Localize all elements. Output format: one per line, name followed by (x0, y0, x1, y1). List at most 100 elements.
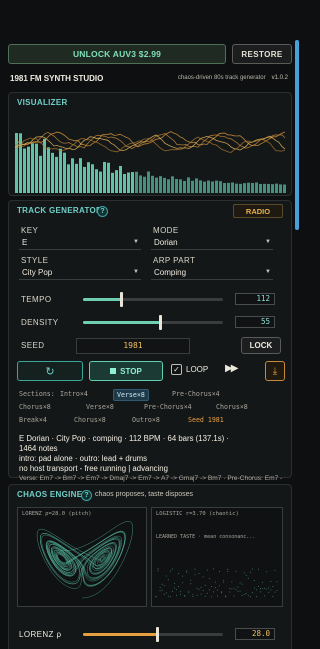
chaos-engine-panel: CHAOS ENGINE ? chaos proposes, taste dis… (8, 484, 292, 649)
spectrum-bar (251, 182, 254, 193)
spectrum-bar (115, 170, 118, 193)
logistic-point (217, 595, 218, 597)
logistic-point (173, 587, 175, 589)
logistic-point (225, 595, 227, 597)
logistic-point (270, 589, 272, 591)
checkmark-icon[interactable]: ✓ (171, 364, 182, 375)
section-item-active[interactable]: Verse×8 (113, 389, 149, 401)
arp-part-select[interactable]: Comping ▼ (151, 266, 273, 280)
logistic-point (255, 596, 257, 598)
section-item[interactable]: Break×4 (16, 415, 50, 425)
logistic-point (204, 584, 206, 586)
logistic-point (210, 596, 212, 598)
spectrum-bar (103, 161, 106, 193)
spectrum-bar (243, 183, 246, 193)
lorenz-attractor-plot (36, 521, 133, 599)
density-value[interactable]: 55 (235, 316, 275, 328)
spectrum-bar (255, 182, 258, 193)
logistic-point (260, 588, 262, 590)
tempo-value[interactable]: 112 (235, 293, 275, 305)
section-item[interactable]: Pre-Chorus×4 (169, 389, 223, 399)
lorenz-rho-slider-thumb[interactable] (156, 627, 160, 642)
export-button[interactable]: ⤓ (265, 361, 285, 381)
spectrum-bar (27, 146, 30, 193)
tempo-slider[interactable] (83, 292, 223, 307)
section-item[interactable]: Outro×8 (129, 415, 163, 425)
logistic-point (237, 586, 239, 588)
logistic-point (212, 591, 214, 593)
loop-toggle[interactable]: ✓ LOOP (171, 364, 208, 375)
section-item[interactable]: Intro×4 (57, 389, 91, 399)
density-slider-fill (83, 321, 160, 324)
tempo-slider-thumb[interactable] (119, 292, 123, 307)
restore-button[interactable]: RESTORE (232, 44, 292, 64)
logistic-point (231, 588, 233, 590)
help-icon[interactable]: ? (81, 490, 92, 501)
visualizer-panel: VISUALIZER (8, 92, 292, 196)
page-scrollbar[interactable] (295, 40, 299, 230)
logistic-point (165, 592, 167, 594)
track-generator-panel: TRACK GENERATOR ? RADIO KEY E ▼ MODE Dor… (8, 200, 292, 500)
spectrum-bar (63, 152, 66, 193)
lock-button[interactable]: LOCK (241, 337, 281, 354)
lorenz-rho-value[interactable]: 28.0 (235, 628, 275, 640)
logistic-point (262, 581, 264, 583)
logistic-point (274, 591, 276, 593)
spectrum-bar (99, 171, 102, 193)
logistic-point (235, 570, 237, 572)
unlock-auv3-button[interactable]: UNLOCK AUV3 $2.99 (8, 44, 226, 64)
top-bar: UNLOCK AUV3 $2.99 RESTORE (8, 44, 292, 64)
mode-select[interactable]: Dorian ▼ (151, 236, 273, 250)
logistic-point (241, 595, 243, 597)
app-tagline: chaos-driven 80s track generator v1.0.2 (178, 75, 288, 81)
logistic-point (198, 588, 200, 590)
help-icon[interactable]: ? (97, 206, 108, 217)
summary-line: E Dorian · City Pop · comping · 112 BPM … (19, 434, 230, 443)
summary-arrangement: intro: pad alone · outro: lead + drums (19, 454, 148, 463)
spectrum-bar (131, 172, 134, 193)
section-item[interactable]: Pre-Chorus×4 (141, 402, 195, 412)
stop-button[interactable]: STOP (89, 361, 163, 381)
logistic-point (167, 579, 169, 581)
spectrum-bar (79, 158, 82, 193)
fast-forward-icon[interactable]: ▶▶ (225, 363, 238, 374)
chevron-down-icon: ▼ (133, 239, 139, 245)
mode-label: MODE (153, 226, 179, 235)
logistic-point (161, 583, 163, 585)
radio-button[interactable]: RADIO (233, 204, 283, 218)
section-item[interactable]: Verse×8 (83, 402, 117, 412)
lorenz-rho-slider[interactable] (83, 627, 223, 642)
density-slider[interactable] (83, 315, 223, 330)
spectrum-bar (55, 156, 58, 193)
logistic-point (258, 568, 259, 570)
spectrum-bar (75, 163, 78, 193)
style-select[interactable]: City Pop ▼ (19, 266, 141, 280)
spectrum-bar (31, 143, 34, 193)
logistic-point (157, 568, 159, 570)
density-slider-thumb[interactable] (159, 315, 162, 330)
spectrum-bar (87, 162, 90, 193)
logistic-point (264, 587, 266, 589)
logistic-point (167, 595, 169, 597)
track-generator-title: TRACK GENERATOR (17, 206, 103, 215)
spectrum-bar (211, 181, 214, 193)
spectrum-bar (147, 171, 150, 193)
spectrum-bar (247, 182, 250, 193)
section-item[interactable]: Chorus×8 (71, 415, 109, 425)
spectrum-bar (23, 148, 26, 193)
logistic-point (196, 594, 198, 596)
section-item[interactable]: Chorus×8 (16, 402, 54, 412)
stop-icon (110, 368, 117, 374)
key-select[interactable]: E ▼ (19, 236, 141, 250)
regenerate-button[interactable]: ↻ (17, 361, 83, 381)
logistic-point (184, 595, 186, 597)
logistic-point (159, 587, 161, 589)
loop-label: LOOP (186, 365, 209, 374)
logistic-point (161, 589, 163, 591)
section-item[interactable]: Chorus×8 (213, 402, 251, 412)
logistic-point (163, 593, 165, 595)
spectrum-bar (207, 180, 210, 193)
logistic-point (217, 589, 218, 591)
seed-input[interactable]: 1981 (76, 338, 190, 354)
logistic-point (200, 587, 202, 589)
